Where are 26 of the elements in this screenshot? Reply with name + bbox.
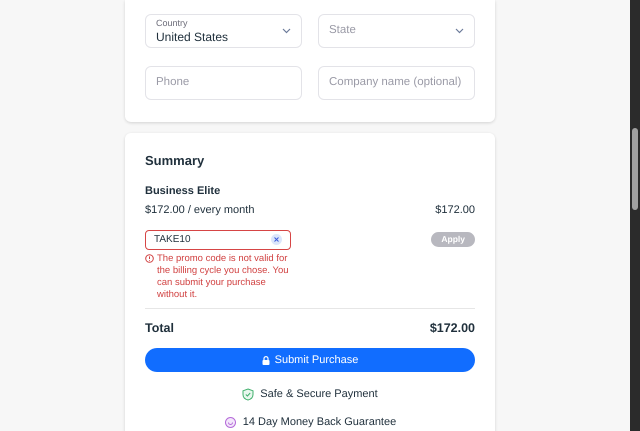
field-label: Country	[156, 19, 189, 28]
plan-name: Business Elite	[145, 184, 222, 198]
field-placeholder: State	[329, 23, 356, 38]
field-placeholder: Company name (optional)	[329, 75, 462, 90]
plan-price: $172.00 / every month	[145, 203, 254, 218]
summary-title: Summary	[145, 152, 206, 170]
submit-purchase-button[interactable]: Submit Purchase	[145, 348, 475, 372]
error-message: The promo code is not valid for the billing cycle you chose. You can submit your purchase without it.	[157, 252, 290, 300]
trust-badge-text: Safe & Secure Payment	[260, 387, 378, 402]
input-field[interactable]: Phone	[145, 66, 302, 100]
dropdown-field[interactable]: State	[318, 14, 475, 48]
trust-badge-text: 14 Day Money Back Guarantee	[242, 414, 396, 430]
chevron-down-icon	[282, 28, 291, 34]
total-label: Total	[145, 320, 174, 336]
dropdown-field[interactable]: Country United States	[145, 14, 302, 48]
total-amount: $172.00	[430, 320, 475, 336]
shield-check-icon	[242, 388, 254, 401]
input-field[interactable]: Company name (optional)	[318, 66, 475, 100]
lock-icon	[262, 356, 270, 365]
field-value: United States	[156, 31, 228, 43]
clear-icon[interactable]	[271, 234, 282, 245]
plan-amount: $172.00	[435, 203, 475, 218]
field-placeholder: Phone	[156, 75, 190, 90]
chevron-down-icon	[455, 28, 464, 34]
error-icon	[145, 254, 154, 262]
promo-code-field[interactable]: TAKE10	[145, 230, 291, 250]
